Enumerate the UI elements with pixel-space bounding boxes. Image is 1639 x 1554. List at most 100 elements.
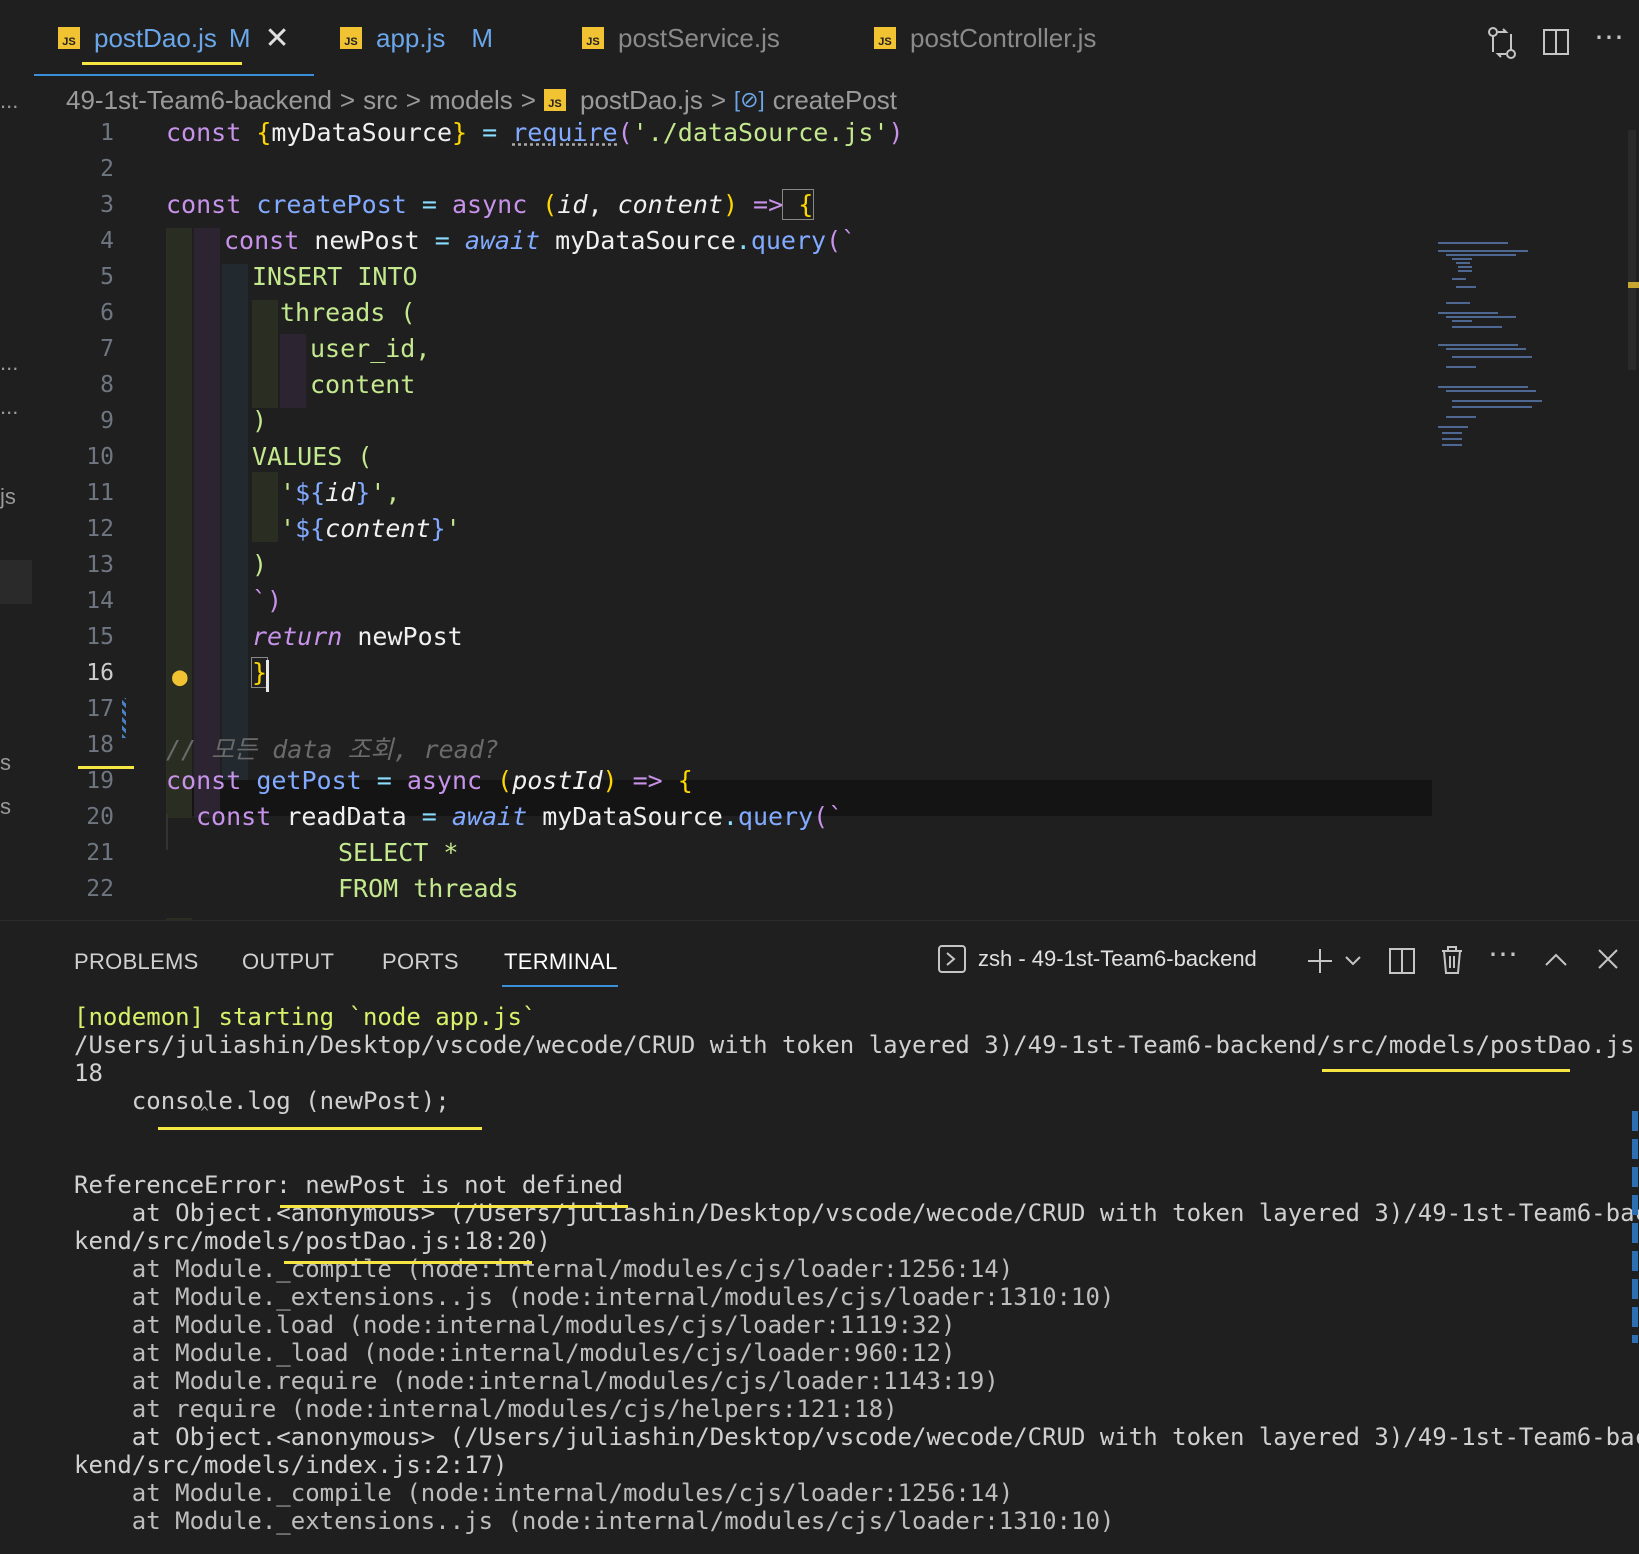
line-number: 12 xyxy=(86,516,114,542)
terminal-line: at Module.load (node:internal/modules/cj… xyxy=(74,1311,956,1339)
split-editor-icon[interactable] xyxy=(1542,28,1570,56)
bottom-panel: PROBLEMS OUTPUT PORTS TERMINAL zsh - 49-… xyxy=(0,920,1639,1554)
terminal-line: at require (node:internal/modules/cjs/he… xyxy=(74,1395,898,1423)
code-line: '${content}' xyxy=(280,514,461,543)
code-line: const createPost = async (id, content) =… xyxy=(166,189,815,220)
sidebar-fragment: ... xyxy=(0,88,19,113)
terminal-line: at Module._compile (node:internal/module… xyxy=(74,1479,1014,1507)
line-number: 15 xyxy=(86,624,114,650)
line-number: 4 xyxy=(100,228,114,254)
line-number: 17 xyxy=(86,696,114,722)
terminal-scrollbar[interactable] xyxy=(1632,1111,1638,1343)
tab-ports[interactable]: PORTS xyxy=(382,949,459,975)
tab-problems[interactable]: PROBLEMS xyxy=(74,949,199,975)
terminal-selector[interactable]: zsh - 49-1st-Team6-backend xyxy=(938,945,1257,973)
code-editor[interactable]: 1 2 3 4 5 6 7 8 9 10 11 12 13 14 15 16 1… xyxy=(0,120,1639,920)
indent-guide xyxy=(166,814,168,850)
more-actions-icon[interactable]: ⋯ xyxy=(1488,937,1518,972)
line-number: 8 xyxy=(100,372,114,398)
tab-label: app.js xyxy=(376,22,446,53)
tab-postservice[interactable]: JS postService.js xyxy=(582,0,780,76)
tab-label: postDao.js xyxy=(94,22,217,53)
scrollbar-marker xyxy=(1628,282,1639,288)
close-icon[interactable]: ✕ xyxy=(265,21,290,56)
more-actions-icon[interactable]: ⋯ xyxy=(1594,20,1624,55)
chevron-right-icon: > xyxy=(405,84,421,115)
annotation-underline xyxy=(280,1205,628,1208)
breadcrumb-item[interactable]: 49-1st-Team6-backend xyxy=(66,85,332,116)
code-line: '${id}', xyxy=(280,478,401,507)
tab-output[interactable]: OUTPUT xyxy=(242,949,334,975)
close-panel-icon[interactable] xyxy=(1596,947,1620,971)
line-number: 20 xyxy=(86,804,114,830)
lightbulb-icon[interactable]: ● xyxy=(172,662,188,692)
code-line: content xyxy=(310,370,416,399)
code-line: } xyxy=(250,657,269,688)
chevron-right-icon: > xyxy=(710,84,727,115)
minimap[interactable] xyxy=(1438,240,1568,460)
line-number: 11 xyxy=(86,480,114,506)
breadcrumb-item[interactable]: models xyxy=(429,85,513,116)
line-number: 22 xyxy=(86,876,114,902)
js-file-icon: JS xyxy=(543,89,566,111)
code-line: const readData = await myDataSource.quer… xyxy=(196,802,844,831)
code-comment: // 모든 data 조회, read? xyxy=(166,735,499,764)
terminal-line: kend/src/models/postDao.js:18:20) xyxy=(74,1227,551,1255)
tab-terminal[interactable]: TERMINAL xyxy=(504,949,618,975)
annotation-underline xyxy=(78,766,134,769)
code-line: SELECT * xyxy=(338,838,459,867)
trash-icon[interactable] xyxy=(1440,945,1464,975)
indent-guide xyxy=(252,300,278,408)
terminal-line: at Module._compile (node:internal/module… xyxy=(74,1255,1014,1283)
line-number: 19 xyxy=(86,768,114,794)
breadcrumb-item[interactable]: postDao.js xyxy=(580,85,703,116)
annotation-underline xyxy=(158,1127,482,1130)
indent-guide xyxy=(222,264,248,780)
modified-indicator: M xyxy=(228,22,251,53)
line-number: 7 xyxy=(100,336,114,362)
breadcrumb-item[interactable]: createPost xyxy=(773,85,897,116)
code-line: ) xyxy=(252,550,268,579)
tab-label: postController.js xyxy=(910,22,1097,53)
chevron-down-icon[interactable] xyxy=(1344,955,1362,967)
terminal-line: at Module.require (node:internal/modules… xyxy=(74,1367,999,1395)
js-file-icon: JS xyxy=(340,27,362,49)
code-line: VALUES ( xyxy=(252,442,373,471)
terminal-line: at Module._extensions..js (node:internal… xyxy=(74,1283,1115,1311)
tab-postcontroller[interactable]: JS postController.js xyxy=(874,0,1096,76)
text-cursor xyxy=(266,660,269,692)
code-line: return newPost xyxy=(252,622,463,651)
line-number: 1 xyxy=(100,120,114,146)
terminal-line: ReferenceError: newPost is not defined xyxy=(74,1171,624,1199)
split-terminal-icon[interactable] xyxy=(1388,947,1416,975)
breadcrumb: 49-1st-Team6-backend > src > models > JS… xyxy=(66,80,897,120)
terminal-name: zsh - 49-1st-Team6-backend xyxy=(978,946,1257,971)
add-terminal-icon[interactable] xyxy=(1306,947,1334,975)
annotation-underline xyxy=(1322,1069,1570,1072)
line-number: 14 xyxy=(86,588,114,614)
symbol-variable-icon: [⊘] xyxy=(734,87,765,112)
chevron-right-icon: > xyxy=(339,84,356,115)
js-file-icon: JS xyxy=(58,27,80,49)
code-line: INSERT INTO xyxy=(252,262,418,291)
chevron-right-icon: > xyxy=(520,84,536,115)
editor-tab-bar: JS postDao.js M ✕ JS app.js M JS postSer… xyxy=(0,0,1639,76)
breadcrumb-item[interactable]: src xyxy=(363,85,398,116)
code-line: ) xyxy=(252,406,268,435)
tab-app[interactable]: JS app.js M xyxy=(340,0,493,76)
terminal-line: 18 xyxy=(74,1059,103,1087)
editor-scrollbar[interactable] xyxy=(1628,130,1636,370)
line-number: 5 xyxy=(100,264,114,290)
line-number: 18 xyxy=(86,732,114,758)
code-line: FROM threads xyxy=(338,874,519,903)
maximize-panel-icon[interactable] xyxy=(1544,951,1568,967)
annotation-underline xyxy=(284,1261,532,1264)
js-file-icon: JS xyxy=(874,27,896,49)
code-line: `) xyxy=(252,586,283,615)
indent-guide xyxy=(252,472,278,542)
git-gutter-modified xyxy=(122,698,126,738)
code-line: const {myDataSource} = require('./dataSo… xyxy=(166,120,904,147)
active-panel-tab-indicator xyxy=(502,985,618,987)
line-number: 10 xyxy=(86,444,114,470)
compare-changes-icon[interactable] xyxy=(1486,26,1518,60)
